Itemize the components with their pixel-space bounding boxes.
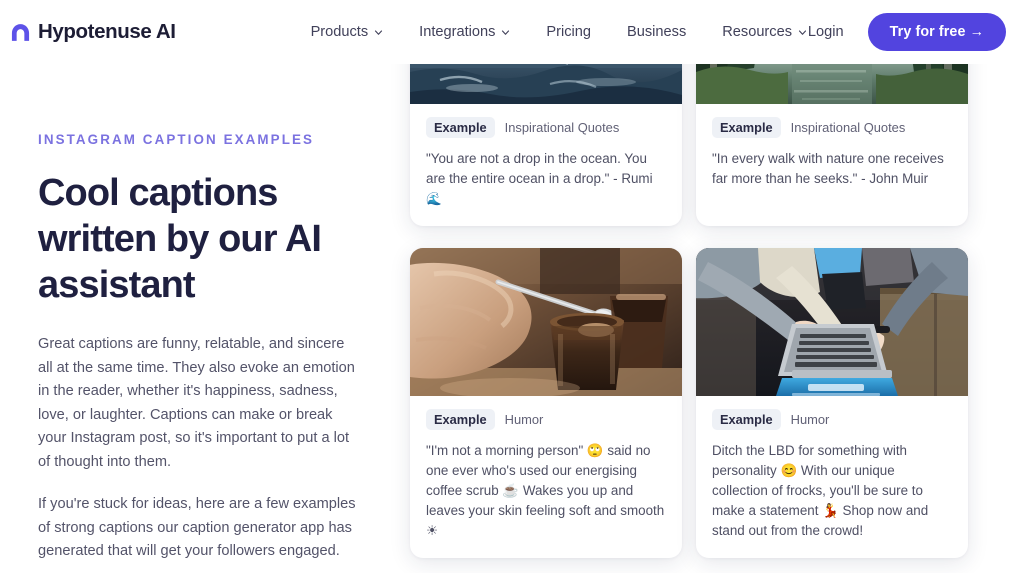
chevron-down-icon bbox=[375, 29, 383, 35]
card-body: Example Inspirational Quotes "You are no… bbox=[410, 104, 682, 226]
page-title: Cool captions written by our AI assistan… bbox=[38, 172, 322, 307]
site-header: Hypotenuse AI Products Integrations Pric… bbox=[0, 0, 1024, 64]
login-link[interactable]: Login bbox=[800, 18, 852, 46]
laptop-teamwork-photo bbox=[696, 247, 968, 396]
card-meta: Example Humor bbox=[712, 408, 952, 430]
header-actions: Login Try for free → bbox=[800, 0, 1006, 64]
hero-paragraph-2: If you're stuck for ideas, here are a fe… bbox=[38, 496, 356, 560]
card-caption-text: Ditch the LBD for something with persona… bbox=[712, 442, 929, 539]
nav-item-products[interactable]: Products bbox=[293, 18, 402, 46]
card-category-tag: Inspirational Quotes bbox=[790, 120, 906, 135]
nav-item-integrations-label: Integrations bbox=[419, 24, 496, 40]
status-badge: Example bbox=[426, 408, 495, 430]
caption-body: "You are not a drop in the ocean. You ar… bbox=[426, 151, 653, 187]
card-meta: Example Inspirational Quotes bbox=[426, 117, 666, 138]
card-category-tag: Inspirational Quotes bbox=[504, 120, 620, 135]
coffee-cup-photo bbox=[410, 247, 682, 396]
example-card[interactable]: Example Humor "I'm not a morning person"… bbox=[410, 247, 682, 558]
try-for-free-button[interactable]: Try for free → bbox=[867, 13, 1006, 51]
hypotenuse-logo-icon bbox=[11, 23, 30, 41]
brand-logo[interactable]: Hypotenuse AI bbox=[10, 20, 176, 44]
example-card-grid: Example Inspirational Quotes "You are no… bbox=[410, 0, 1002, 558]
card-meta: Example Humor bbox=[426, 408, 666, 430]
hero-text-column: Instagram Caption Examples Cool captions… bbox=[38, 132, 378, 564]
landing-page: Hypotenuse AI Products Integrations Pric… bbox=[0, 0, 1024, 573]
main-nav: Products Integrations Pricing Business R… bbox=[293, 18, 825, 46]
card-meta: Example Inspirational Quotes bbox=[712, 117, 952, 138]
chevron-down-icon bbox=[502, 29, 510, 35]
nav-item-business-label: Business bbox=[627, 24, 687, 40]
nav-item-pricing[interactable]: Pricing bbox=[528, 18, 609, 46]
wave-emoji-icon: 🌊 bbox=[426, 191, 442, 207]
status-badge: Example bbox=[712, 117, 781, 138]
card-category-tag: Humor bbox=[790, 411, 830, 427]
brand-name: Hypotenuse AI bbox=[38, 20, 176, 43]
nav-item-products-label: Products bbox=[310, 24, 369, 40]
status-badge: Example bbox=[712, 408, 781, 430]
example-card[interactable]: Example Humor Ditch the LBD for somethin… bbox=[696, 247, 968, 558]
card-category-tag: Humor bbox=[504, 411, 544, 427]
hero-paragraph-1: Great captions are funny, relatable, and… bbox=[38, 336, 355, 470]
card-caption-text: "In every walk with nature one receives … bbox=[712, 151, 944, 187]
nav-item-integrations[interactable]: Integrations bbox=[401, 18, 528, 46]
nav-item-pricing-label: Pricing bbox=[546, 24, 592, 40]
nav-item-resources-label: Resources bbox=[722, 24, 793, 40]
card-caption-text: "I'm not a morning person" 🙄 said no one… bbox=[426, 442, 665, 539]
status-badge: Example bbox=[426, 117, 495, 138]
card-body: Example Inspirational Quotes "In every w… bbox=[696, 104, 968, 205]
card-caption-text: "You are not a drop in the ocean. You ar… bbox=[426, 149, 666, 210]
card-body: Example Humor Ditch the LBD for somethin… bbox=[696, 396, 968, 558]
page-eyebrow: Instagram Caption Examples bbox=[38, 132, 315, 147]
card-body: Example Humor "I'm not a morning person"… bbox=[410, 396, 682, 558]
nav-item-business[interactable]: Business bbox=[609, 18, 704, 46]
